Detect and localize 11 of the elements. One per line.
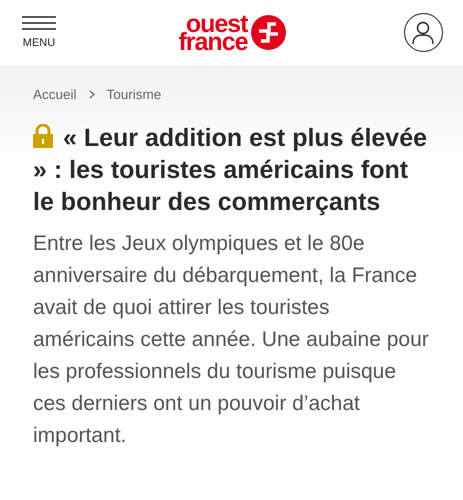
breadcrumb-link[interactable]: Accueil <box>33 87 77 102</box>
menu-button[interactable]: MENU <box>22 16 56 49</box>
account-button[interactable] <box>404 13 443 52</box>
article-lead: Entre les Jeux olympiques et le 80e anniversaire du débarquement, la France avait de quoi attirer les touristes américains cette année. Une aubaine pour les professionnels du tourisme puisque ces derniers ont un pouvoir d’achat important. <box>33 231 430 449</box>
breadcrumb-link[interactable]: Tourisme <box>106 87 162 102</box>
user-icon <box>412 20 434 44</box>
menu-icon <box>22 16 56 30</box>
logo-link[interactable]: ouest france <box>178 14 286 50</box>
article-title: « Leur addition est plus élevée » : les touristes américains font le bonheur des commerçants <box>33 123 428 218</box>
logo-mark-icon <box>250 15 286 50</box>
chevron-icon <box>88 90 95 99</box>
